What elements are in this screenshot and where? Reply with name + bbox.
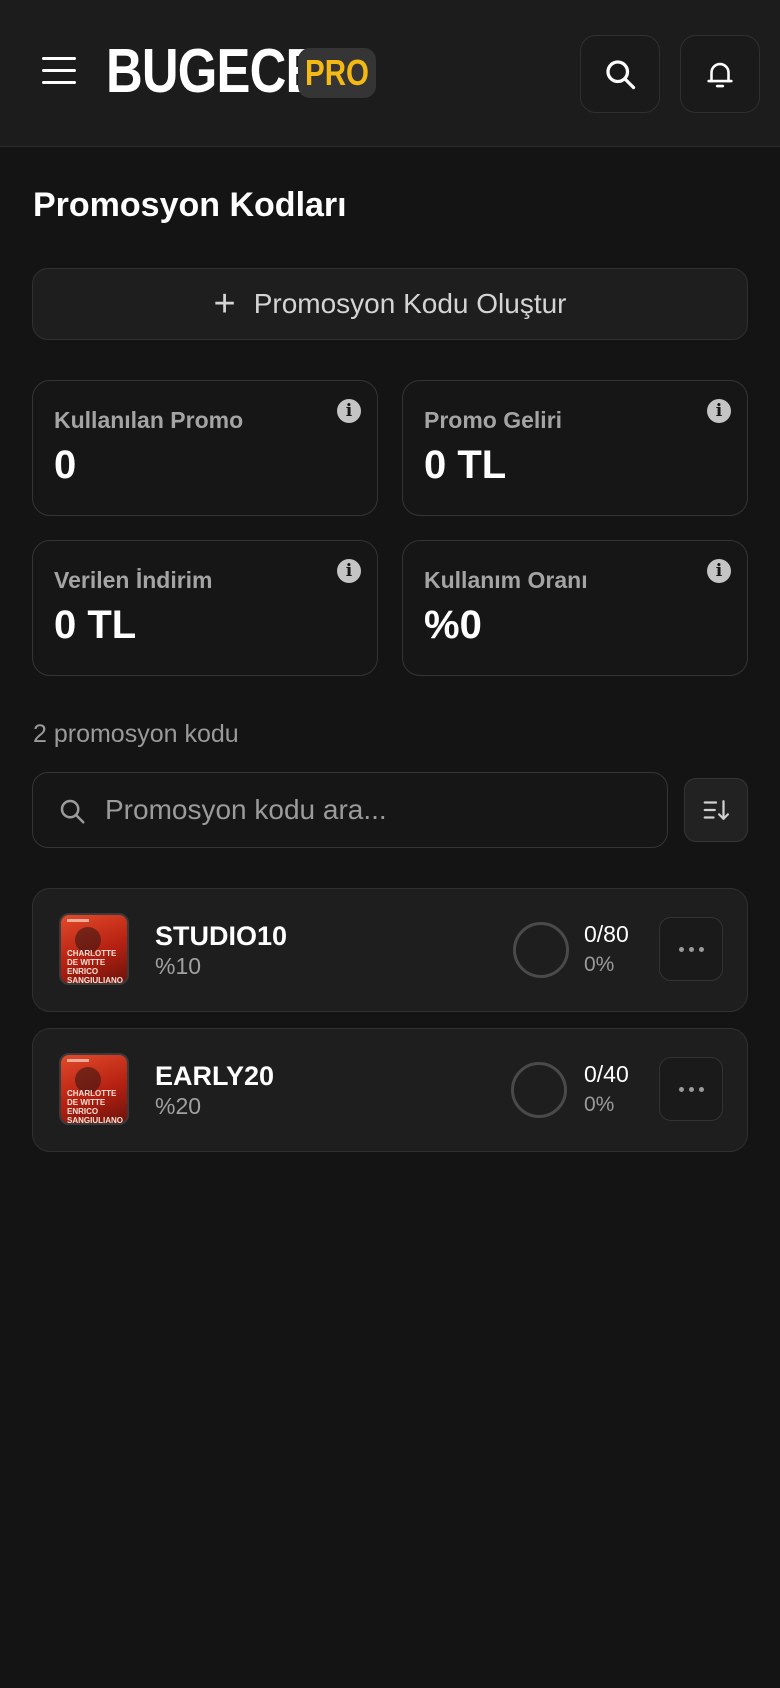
- promo-count: 2 promosyon kodu: [33, 720, 239, 748]
- create-promo-label: Promosyon Kodu Oluştur: [253, 288, 567, 319]
- info-icon[interactable]: i: [337, 399, 361, 423]
- promo-usage: 0/40: [584, 1061, 629, 1087]
- stat-label: Kullanılan Promo: [54, 407, 244, 433]
- promo-search: [32, 772, 668, 848]
- stat-value: 0 TL: [54, 603, 137, 647]
- stat-card-promo-revenue: Promo Geliri 0 TL i: [402, 380, 748, 516]
- ellipsis-icon: [678, 946, 684, 952]
- plus-icon: +: [213, 283, 236, 325]
- promo-discount: %10: [155, 953, 202, 979]
- app-header: BUGECE PRO: [0, 0, 780, 147]
- promo-row[interactable]: CHARLOTTE DE WITTE ENRICO SANGIULIANO ST…: [32, 888, 748, 1012]
- promo-code: STUDIO10: [155, 921, 288, 951]
- ellipsis-icon: [678, 1086, 684, 1092]
- search-button[interactable]: [580, 35, 660, 113]
- more-options-button[interactable]: [659, 1057, 723, 1121]
- sort-button[interactable]: [684, 778, 748, 842]
- sort-icon: [703, 800, 729, 820]
- event-thumbnail: CHARLOTTE DE WITTE ENRICO SANGIULIANO: [59, 1053, 129, 1125]
- search-icon: [60, 799, 85, 824]
- bell-icon: [707, 62, 733, 88]
- stat-label: Verilen İndirim: [54, 567, 213, 593]
- promo-row[interactable]: CHARLOTTE DE WITTE ENRICO SANGIULIANO EA…: [32, 1028, 748, 1152]
- usage-progress-ring: [513, 922, 569, 978]
- more-options-button[interactable]: [659, 917, 723, 981]
- stat-value: 0: [54, 443, 77, 487]
- search-icon: [606, 60, 636, 90]
- notifications-button[interactable]: [680, 35, 760, 113]
- stat-value: %0: [424, 603, 482, 647]
- menu-icon[interactable]: [40, 54, 78, 88]
- promo-usage-percent: 0%: [584, 1093, 615, 1116]
- create-promo-button[interactable]: + Promosyon Kodu Oluştur: [32, 268, 748, 340]
- usage-progress-ring: [511, 1062, 567, 1118]
- promo-usage-percent: 0%: [584, 953, 615, 976]
- info-icon[interactable]: i: [337, 559, 361, 583]
- info-icon[interactable]: i: [707, 559, 731, 583]
- stat-card-discount-given: Verilen İndirim 0 TL i: [32, 540, 378, 676]
- stat-card-usage-rate: Kullanım Oranı %0 i: [402, 540, 748, 676]
- stat-card-used-promo: Kullanılan Promo 0 i: [32, 380, 378, 516]
- app-logo[interactable]: BUGECE: [106, 40, 319, 104]
- pro-badge: PRO: [298, 48, 376, 98]
- info-icon[interactable]: i: [707, 399, 731, 423]
- promo-usage: 0/80: [584, 921, 629, 947]
- stat-value: 0 TL: [424, 443, 507, 487]
- stat-label: Kullanım Oranı: [424, 567, 588, 593]
- page-title: Promosyon Kodları: [33, 186, 347, 224]
- promo-discount: %20: [155, 1093, 202, 1119]
- promo-code: EARLY20: [155, 1061, 275, 1091]
- stat-label: Promo Geliri: [424, 407, 563, 433]
- promo-search-input[interactable]: [105, 773, 655, 847]
- event-thumbnail: CHARLOTTE DE WITTE ENRICO SANGIULIANO: [59, 913, 129, 985]
